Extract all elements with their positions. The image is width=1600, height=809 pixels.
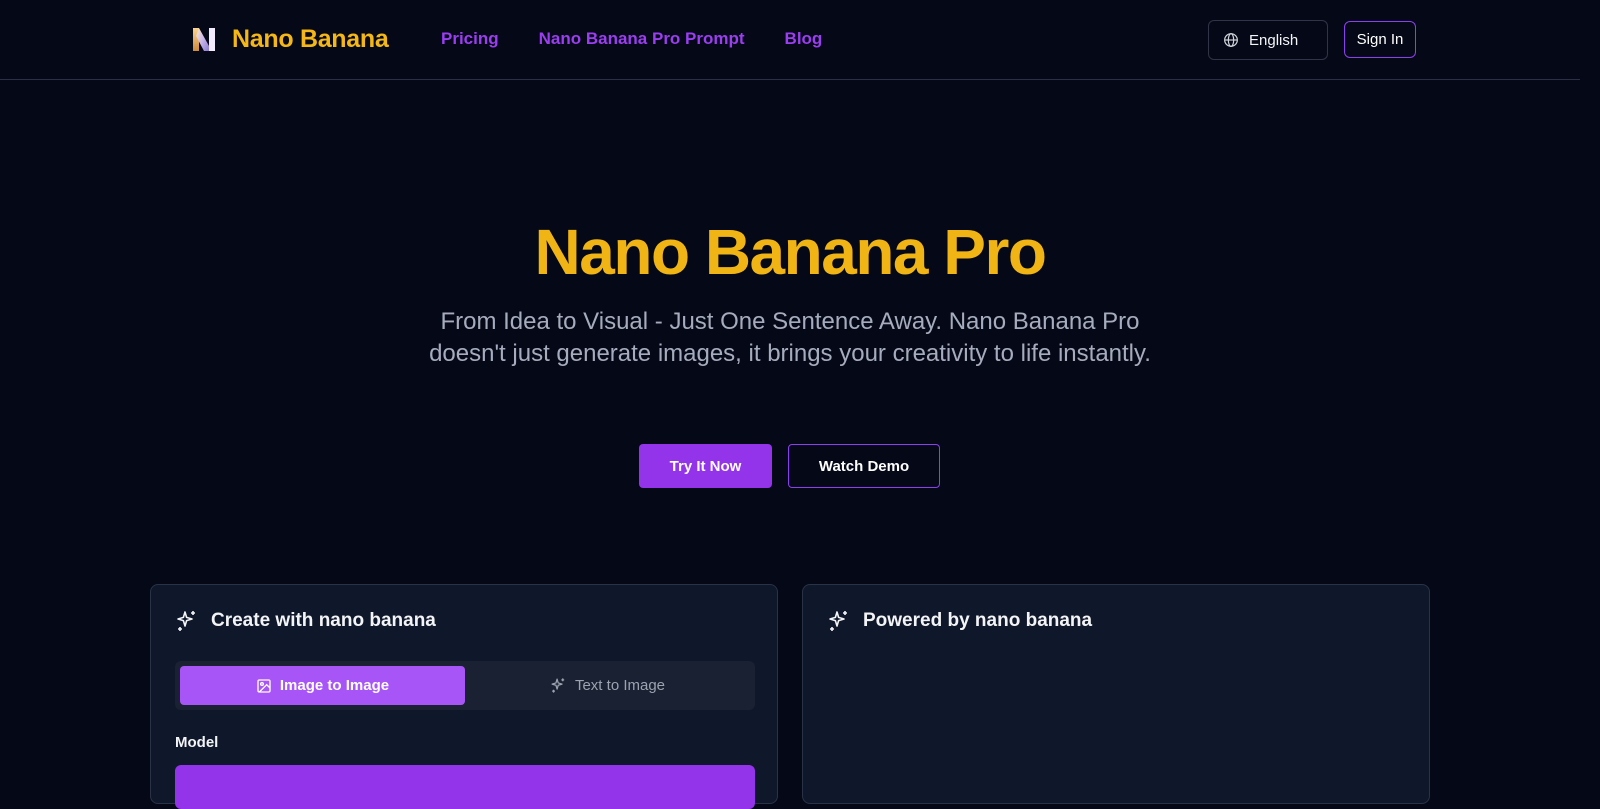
logo-link[interactable]: Nano Banana xyxy=(190,24,389,54)
hero-title: Nano Banana Pro xyxy=(534,216,1047,288)
language-selector[interactable]: English xyxy=(1208,20,1328,60)
nav-link-blog[interactable]: Blog xyxy=(785,29,823,49)
image-icon xyxy=(257,678,271,693)
tab-image-to-image[interactable]: Image to Image xyxy=(180,666,465,705)
logo-icon xyxy=(193,28,215,51)
hero-subtitle: From Idea to Visual - Just One Sentence … xyxy=(429,308,1151,367)
tab-image-to-image-label: Image to Image xyxy=(279,677,390,694)
model-select[interactable] xyxy=(175,765,755,809)
nav-link-prompt[interactable]: Nano Banana Pro Prompt xyxy=(539,29,745,49)
try-it-now-button[interactable]: Try It Now xyxy=(639,444,772,488)
output-card-header: Powered by nano banana xyxy=(827,609,1092,633)
site-header: Nano Banana Pricing Nano Banana Pro Prom… xyxy=(0,0,1580,80)
model-label: Model xyxy=(175,734,219,751)
tab-text-to-image[interactable]: Text to Image xyxy=(465,666,750,705)
tab-text-to-image-label: Text to Image xyxy=(574,677,666,694)
sparkles-icon xyxy=(829,611,847,631)
globe-icon xyxy=(1224,33,1238,47)
create-card-title: Create with nano banana xyxy=(211,610,436,631)
sparkles-icon xyxy=(551,678,565,693)
sparkles-icon xyxy=(177,611,195,631)
output-card: Powered by nano banana xyxy=(802,584,1430,804)
sign-in-button[interactable]: Sign In xyxy=(1344,21,1416,58)
watch-demo-button[interactable]: Watch Demo xyxy=(788,444,940,488)
main-nav: Pricing Nano Banana Pro Prompt Blog xyxy=(441,29,822,49)
nav-link-pricing[interactable]: Pricing xyxy=(441,29,499,49)
create-card: Create with nano banana Image to Image T… xyxy=(150,584,778,809)
mode-tabs: Image to Image Text to Image xyxy=(175,661,755,710)
language-label: English xyxy=(1249,31,1299,49)
output-card-title: Powered by nano banana xyxy=(863,610,1093,631)
create-card-header: Create with nano banana xyxy=(175,609,436,633)
brand-name: Nano Banana xyxy=(232,24,389,53)
